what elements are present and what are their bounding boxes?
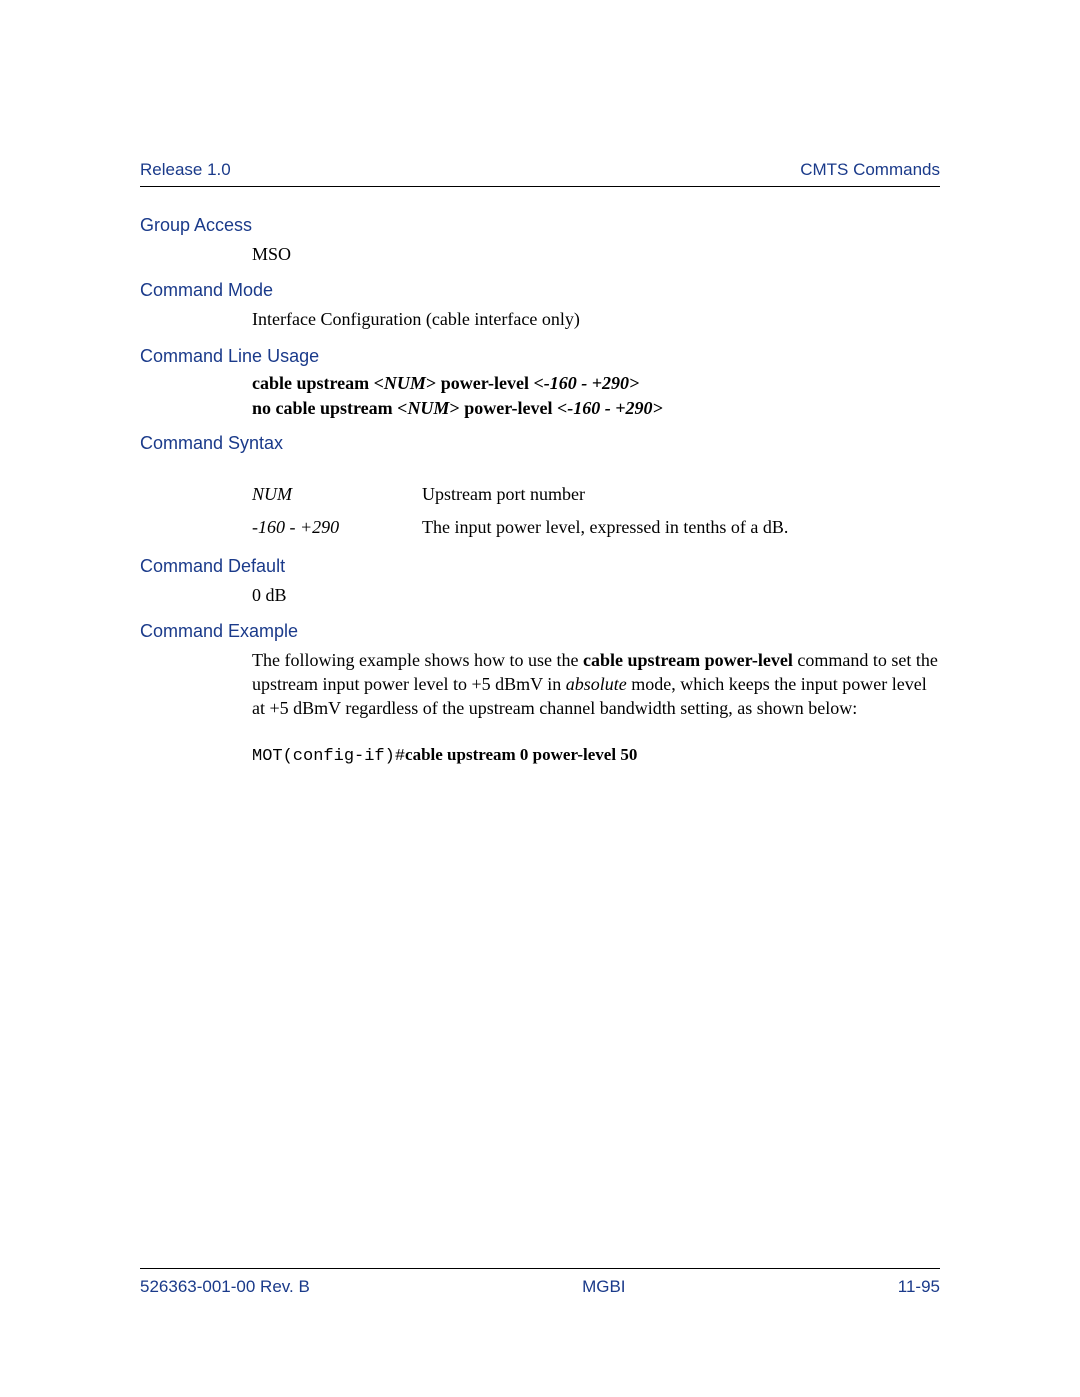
page-footer: 526363-001-00 Rev. B MGBI 11-95 [140, 1268, 940, 1297]
usage1-arg2: <-160 - +290> [534, 373, 640, 393]
syntax-table: NUM Upstream port number -160 - +290 The… [252, 484, 940, 538]
footer-left: 526363-001-00 Rev. B [140, 1277, 310, 1297]
heading-command-syntax: Command Syntax [140, 433, 940, 454]
usage1-pre: cable upstream < [252, 373, 384, 393]
heading-group-access: Group Access [140, 215, 940, 236]
group-access-value: MSO [252, 242, 940, 266]
command-mode-value: Interface Configuration (cable interface… [252, 307, 940, 331]
usage-line-2: no cable upstream <NUM> power-level <-16… [252, 398, 940, 419]
footer-right: 11-95 [898, 1277, 940, 1297]
example-i1: absolute [566, 674, 627, 694]
usage2-arg2: <-160 - +290> [557, 398, 663, 418]
usage1-mid: > power-level [426, 373, 534, 393]
heading-command-mode: Command Mode [140, 280, 940, 301]
syntax-param: -160 - +290 [252, 517, 422, 538]
syntax-param: NUM [252, 484, 422, 505]
header-right: CMTS Commands [800, 160, 940, 180]
example-code-line: MOT(config-if)#cable upstream 0 power-le… [252, 745, 940, 766]
syntax-row: -160 - +290 The input power level, expre… [252, 517, 940, 538]
usage2-arg1: NUM [407, 398, 449, 418]
usage2-mid: > power-level [449, 398, 557, 418]
syntax-desc: The input power level, expressed in tent… [422, 517, 940, 538]
code-prompt: MOT(config-if)# [252, 747, 405, 766]
page-header: Release 1.0 CMTS Commands [140, 160, 940, 187]
command-default-value: 0 dB [252, 583, 940, 607]
usage-line-1: cable upstream <NUM> power-level <-160 -… [252, 373, 940, 394]
footer-center: MGBI [582, 1277, 625, 1297]
usage2-pre: no cable upstream < [252, 398, 407, 418]
heading-command-default: Command Default [140, 556, 940, 577]
example-paragraph: The following example shows how to use t… [252, 648, 940, 721]
syntax-desc: Upstream port number [422, 484, 940, 505]
example-b1: cable upstream power-level [583, 650, 793, 670]
heading-command-line-usage: Command Line Usage [140, 346, 940, 367]
syntax-row: NUM Upstream port number [252, 484, 940, 505]
heading-command-example: Command Example [140, 621, 940, 642]
code-cmd: cable upstream 0 power-level 50 [405, 745, 637, 764]
usage1-arg1: NUM [384, 373, 426, 393]
header-left: Release 1.0 [140, 160, 231, 180]
example-p1: The following example shows how to use t… [252, 650, 583, 670]
